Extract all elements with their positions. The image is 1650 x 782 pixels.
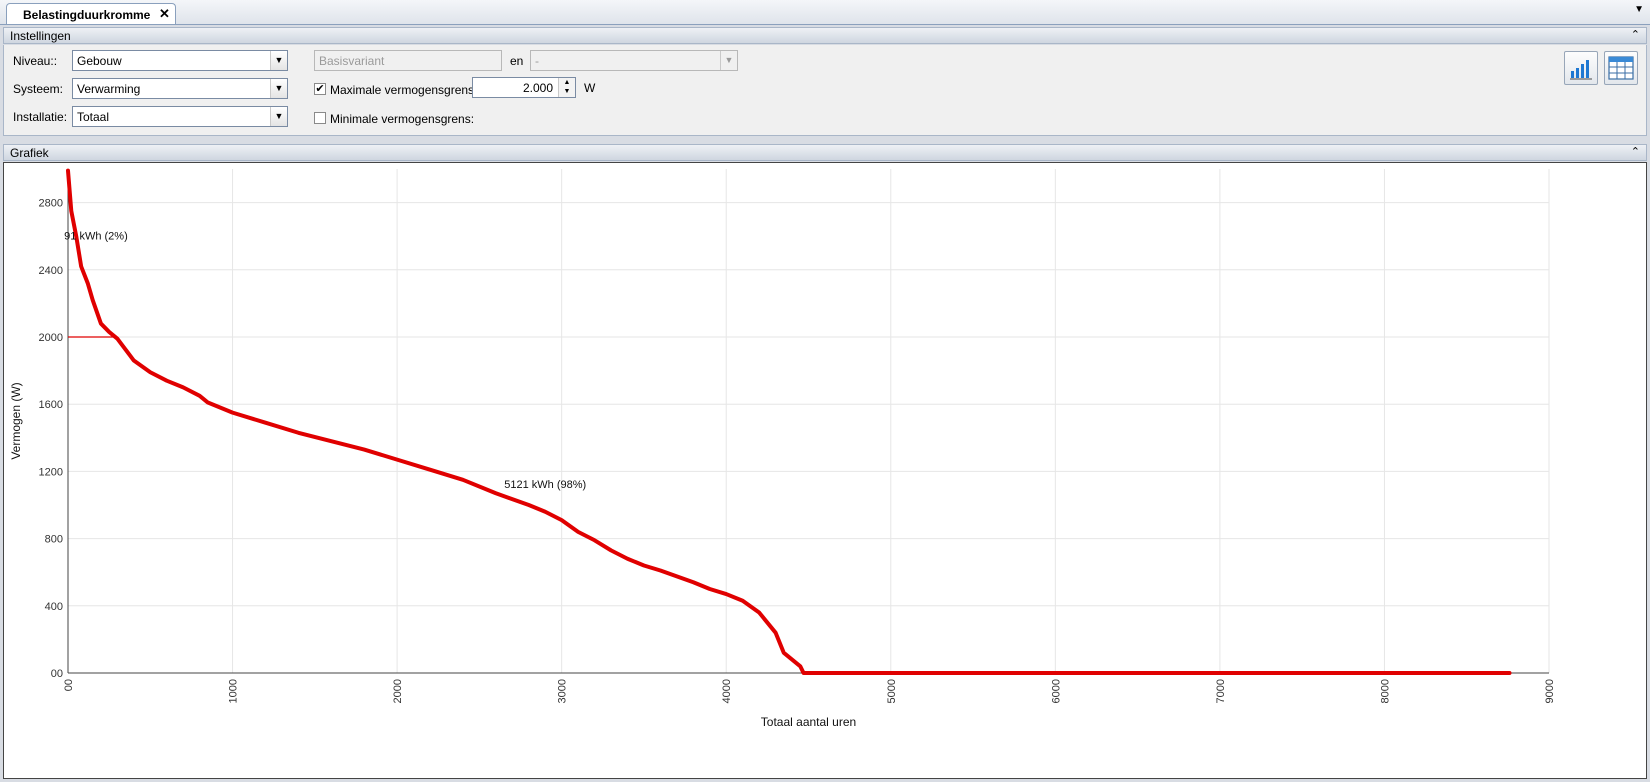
- x-tick-label: 1000: [228, 679, 240, 703]
- settings-title: Instellingen: [10, 29, 71, 43]
- chevron-down-icon[interactable]: ▼: [270, 79, 287, 98]
- table-icon: [1608, 56, 1634, 80]
- systeem-select[interactable]: Verwarming ▼: [72, 78, 288, 99]
- y-tick-label: 2400: [39, 265, 63, 277]
- chart-view-button[interactable]: [1564, 51, 1598, 85]
- settings-body: Niveau:: Gebouw ▼ Systeem: Verwarming ▼ …: [3, 45, 1647, 136]
- y-axis-title: Vermogen (W): [9, 382, 23, 459]
- x-axis-title: Totaal aantal uren: [761, 715, 856, 729]
- installatie-value: Totaal: [77, 110, 110, 124]
- graph-title: Grafiek: [10, 146, 49, 160]
- min-limit-label: Minimale vermogensgrens:: [330, 112, 475, 126]
- x-tick-label: 8000: [1379, 679, 1391, 703]
- max-limit-checkbox[interactable]: ✔: [314, 83, 326, 95]
- systeem-label: Systeem:: [13, 82, 64, 96]
- bar-chart-icon: [1570, 60, 1592, 80]
- energy-annotation: 5121 kWh (98%): [504, 479, 586, 491]
- x-tick-label: 4000: [721, 679, 733, 703]
- y-tick-label: 1600: [39, 399, 63, 411]
- installatie-select[interactable]: Totaal ▼: [72, 106, 288, 127]
- y-tick-label: 00: [51, 668, 63, 680]
- max-limit-value: 2.000: [522, 81, 553, 95]
- max-limit-spinner[interactable]: 2.000 ▲ ▼: [472, 77, 576, 98]
- en-label: en: [510, 54, 524, 68]
- close-icon[interactable]: ✕: [159, 6, 170, 22]
- y-tick-label: 800: [45, 534, 63, 546]
- load-duration-chart: 00 400 800 1200 1600 2000 2400 2800 00 1000 2000 30…: [9, 168, 1556, 729]
- y-tick-label: 2000: [39, 332, 63, 344]
- graph-panel-header: Grafiek ⌃: [3, 144, 1647, 161]
- unit-label: W: [584, 81, 596, 95]
- settings-panel-header: Instellingen ⌃: [3, 27, 1647, 44]
- tab-belastingduurkromme[interactable]: Belastingduurkromme ✕: [6, 3, 176, 24]
- max-limit-label: Maximale vermogensgrens:: [330, 83, 478, 97]
- variant-value: Basisvariant: [319, 54, 385, 68]
- collapse-icon[interactable]: ⌃: [1631, 28, 1640, 41]
- compare-value: -: [535, 54, 539, 68]
- x-tick-label: 6000: [1050, 679, 1062, 703]
- variant-field: Basisvariant: [314, 50, 502, 71]
- x-tick-label: 3000: [557, 679, 569, 703]
- chevron-down-icon[interactable]: ▼: [270, 107, 287, 126]
- load-duration-line: [66, 168, 1512, 675]
- niveau-value: Gebouw: [77, 54, 122, 68]
- spinner-arrows-icon[interactable]: ▲ ▼: [558, 78, 575, 97]
- x-tick-label: 00: [63, 679, 75, 691]
- chevron-down-icon: ▼: [720, 51, 737, 70]
- systeem-value: Verwarming: [77, 82, 141, 96]
- chevron-down-icon[interactable]: ▼: [1634, 4, 1644, 15]
- x-tick-label: 2000: [392, 679, 404, 703]
- table-view-button[interactable]: [1604, 51, 1638, 85]
- graph-area: 00 400 800 1200 1600 2000 2400 2800 00 1000 2000 30…: [3, 162, 1647, 779]
- compare-select: - ▼: [530, 50, 738, 71]
- x-tick-label: 9000: [1544, 679, 1556, 703]
- tab-label: Belastingduurkromme: [23, 8, 151, 22]
- y-tick-label: 400: [45, 601, 63, 613]
- min-limit-checkbox[interactable]: [314, 112, 326, 124]
- y-tick-label: 2800: [39, 198, 63, 210]
- chevron-down-icon[interactable]: ▼: [270, 51, 287, 70]
- energy-annotation: 91 kWh (2%): [64, 231, 128, 243]
- installatie-label: Installatie:: [13, 110, 68, 124]
- niveau-select[interactable]: Gebouw ▼: [72, 50, 288, 71]
- niveau-label: Niveau::: [13, 54, 58, 68]
- y-tick-label: 1200: [39, 466, 63, 478]
- x-tick-label: 5000: [886, 679, 898, 703]
- x-tick-label: 7000: [1215, 679, 1227, 703]
- tab-strip: Belastingduurkromme ✕ ▼: [0, 0, 1650, 25]
- collapse-icon[interactable]: ⌃: [1631, 145, 1640, 158]
